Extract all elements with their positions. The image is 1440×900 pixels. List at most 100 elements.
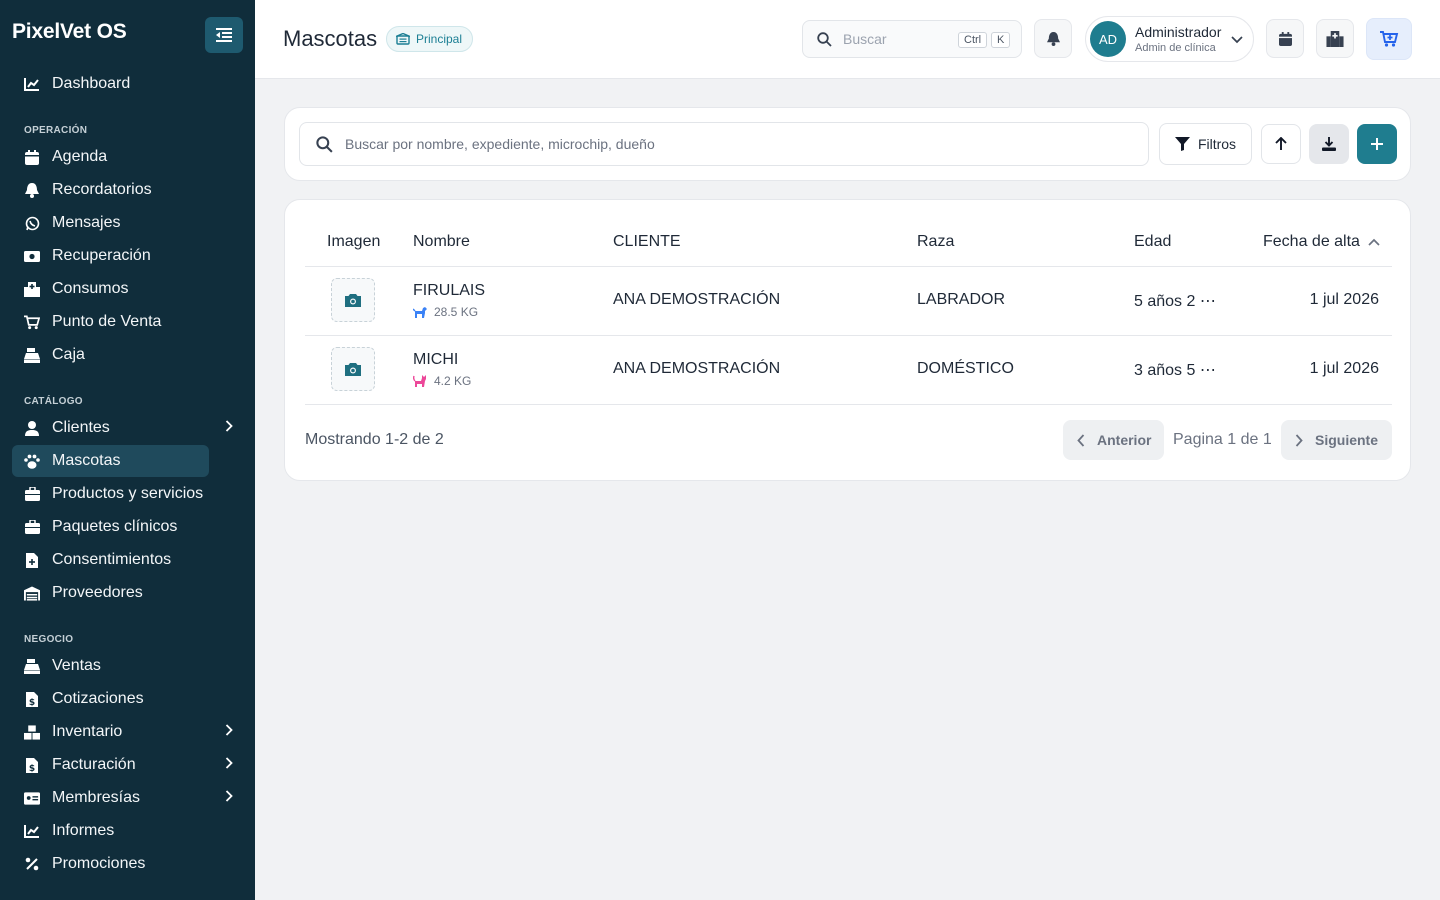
pet-photo-placeholder[interactable]: [331, 278, 375, 322]
column-header-nombre[interactable]: Nombre: [413, 233, 470, 251]
sidebar-item-clientes[interactable]: Clientes: [12, 412, 233, 444]
calendar-icon: [24, 149, 40, 165]
column-header-raza[interactable]: Raza: [917, 233, 954, 251]
sidebar-item-caja[interactable]: Caja: [12, 339, 209, 371]
sidebar-item-mensajes[interactable]: Mensajes: [12, 207, 209, 239]
hospital-icon: [24, 281, 40, 297]
divider: [305, 335, 1392, 336]
hospital-button[interactable]: [1316, 19, 1354, 58]
page-indicator: Pagina 1 de 1: [1173, 431, 1272, 448]
sidebar-item-label: Membresías: [52, 789, 141, 806]
percent-icon: [24, 856, 40, 872]
sort-direction-button[interactable]: [1261, 124, 1301, 164]
section-title-negocio: NEGOCIO: [24, 634, 74, 645]
sidebar-item-paquetes-clinicos[interactable]: Paquetes clínicos: [12, 511, 209, 543]
sidebar-item-recordatorios[interactable]: Recordatorios: [12, 174, 209, 206]
chevron-right-icon: [225, 790, 233, 802]
sidebar-item-label: Inventario: [52, 723, 123, 740]
sidebar-item-dashboard[interactable]: Dashboard: [12, 68, 209, 100]
sidebar-item-label: Promociones: [52, 855, 146, 872]
collapse-sidebar-button[interactable]: [205, 17, 243, 53]
registration-date: 1 jul 2026: [1309, 291, 1379, 308]
export-button[interactable]: [1309, 124, 1349, 164]
column-header-cliente[interactable]: CLIENTE: [613, 233, 681, 251]
file-invoice-dollar-icon: $: [24, 691, 40, 707]
sidebar-item-recuperacion[interactable]: Recuperación: [12, 240, 209, 272]
next-page-button[interactable]: Siguiente: [1281, 420, 1392, 460]
sidebar-item-label: Cotizaciones: [52, 690, 144, 707]
pet-age: 5 años 2 ⋯: [1134, 293, 1216, 310]
global-search[interactable]: Buscar Ctrl K: [802, 20, 1022, 58]
add-pet-button[interactable]: [1357, 124, 1397, 164]
pet-photo-placeholder[interactable]: [331, 347, 375, 391]
page-title: Mascotas: [283, 26, 378, 51]
calendar-icon: [1278, 31, 1292, 46]
camera-icon: [345, 362, 361, 376]
sidebar-item-label: Paquetes clínicos: [52, 518, 178, 535]
user-menu[interactable]: AD Administrador Admin de clínica: [1085, 16, 1254, 62]
branch-badge[interactable]: Principal: [386, 26, 474, 52]
column-header-fecha-de-alta[interactable]: Fecha de alta: [1263, 233, 1380, 251]
point-of-sale-button[interactable]: [1366, 18, 1412, 60]
sidebar-item-consumos[interactable]: Consumos: [12, 273, 209, 305]
sidebar-item-membresias[interactable]: Membresías: [12, 782, 233, 814]
chart-line-icon: [24, 823, 40, 839]
chevron-left-icon: [1077, 433, 1085, 447]
bell-icon: [24, 182, 40, 198]
sidebar-item-label: Productos y servicios: [52, 485, 204, 502]
sidebar-item-promociones[interactable]: Promociones: [12, 848, 209, 880]
filters-button[interactable]: Filtros: [1159, 123, 1252, 165]
user-icon: [24, 420, 40, 436]
cart-plus-icon: [1379, 31, 1398, 47]
client-name[interactable]: ANA DEMOSTRACIÓN: [613, 291, 780, 309]
pet-name[interactable]: FIRULAIS: [413, 282, 485, 300]
pet-weight: 4.2 KG: [413, 374, 471, 388]
pets-table-card: Imagen Nombre CLIENTE Raza Edad Fecha de…: [284, 199, 1411, 481]
money-bill-icon: [24, 248, 40, 264]
boxes-icon: [24, 724, 40, 740]
sidebar-item-label: Agenda: [52, 148, 108, 165]
previous-page-label: Anterior: [1097, 432, 1152, 448]
search-icon: [817, 31, 832, 47]
sidebar-item-proveedores[interactable]: Proveedores: [12, 577, 209, 609]
calendar-button[interactable]: [1266, 19, 1304, 58]
building-icon: [396, 33, 410, 45]
column-header-edad[interactable]: Edad: [1134, 233, 1171, 251]
section-title-operacion: OPERACIÓN: [24, 125, 88, 136]
sidebar-item-informes[interactable]: Informes: [12, 815, 209, 847]
sidebar-item-cotizaciones[interactable]: $ Cotizaciones: [12, 683, 209, 715]
client-name[interactable]: ANA DEMOSTRACIÓN: [613, 360, 780, 378]
registration-date: 1 jul 2026: [1309, 360, 1379, 377]
pet-search-placeholder: Buscar por nombre, expediente, microchip…: [345, 136, 655, 152]
pet-name[interactable]: MICHI: [413, 351, 458, 369]
pet-breed: DOMÉSTICO: [917, 360, 1014, 377]
sidebar-item-ventas[interactable]: Ventas: [12, 650, 209, 682]
chevron-down-icon: [1231, 36, 1243, 44]
sidebar-item-label: Recuperación: [52, 247, 151, 264]
sidebar-item-punto-de-venta[interactable]: Punto de Venta: [12, 306, 209, 338]
sidebar-item-productos-y-servicios[interactable]: Productos y servicios: [12, 478, 209, 510]
sidebar-item-mascotas[interactable]: Mascotas: [12, 445, 209, 477]
pet-age: 3 años 5 ⋯: [1134, 362, 1216, 379]
sidebar-item-label: Facturación: [52, 756, 136, 773]
section-title-catalogo: CATÁLOGO: [24, 396, 83, 407]
divider: [305, 404, 1392, 405]
filters-button-label: Filtros: [1197, 136, 1237, 152]
sidebar-item-label: Ventas: [52, 657, 101, 674]
sidebar-item-label: Consumos: [52, 280, 129, 297]
previous-page-button[interactable]: Anterior: [1063, 420, 1164, 460]
sidebar-item-facturacion[interactable]: $ Facturación: [12, 749, 233, 781]
briefcase-icon: [24, 486, 40, 502]
sidebar-item-label: Caja: [52, 346, 85, 363]
sidebar-item-inventario[interactable]: Inventario: [12, 716, 233, 748]
sidebar-item-label: Clientes: [52, 419, 110, 436]
sidebar-item-consentimientos[interactable]: Consentimientos: [12, 544, 209, 576]
bell-icon: [1046, 31, 1060, 46]
plus-icon: [1371, 138, 1383, 150]
pet-search-input[interactable]: Buscar por nombre, expediente, microchip…: [299, 122, 1149, 166]
pet-weight-value: 4.2 KG: [434, 374, 472, 388]
avatar: AD: [1090, 21, 1126, 57]
sidebar-item-label: Recordatorios: [52, 181, 152, 198]
notifications-button[interactable]: [1034, 19, 1072, 58]
sidebar-item-agenda[interactable]: Agenda: [12, 141, 209, 173]
